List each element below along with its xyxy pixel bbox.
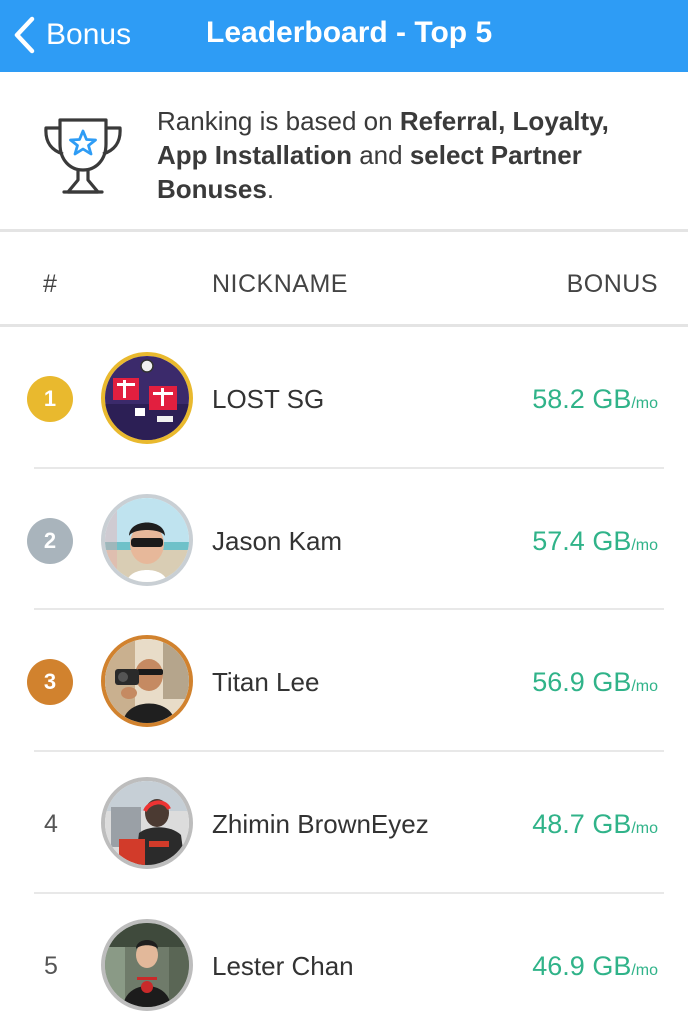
bonus-value: 58.2 GB [532,384,632,414]
rank-number: 4 [44,809,58,838]
avatar-image [105,498,189,582]
ranking-text: . [266,174,275,204]
avatar-image [105,356,189,440]
bonus-amount: 58.2 GB/mo [532,384,658,415]
bonus-amount: 48.7 GB/mo [532,809,658,840]
avatar-image [105,639,189,723]
nickname: Lester Chan [212,951,354,981]
bonus-value: 56.9 GB [532,667,632,697]
ranking-description: Ranking is based on Referral, Loyalty, A… [157,104,657,206]
leaderboard-row-4[interactable]: 4 Zhimin BrownEyez 48.7 GB/mo [0,752,688,893]
bonus-amount: 46.9 GB/mo [532,951,658,982]
nickname: LOST SG [212,384,325,414]
bonus-unit: /mo [631,537,658,554]
leaderboard-row-1[interactable]: 1 LOST SG 58.2 GB/mo [0,327,688,468]
nav-bar: Bonus Leaderboard - Top 5 [0,0,688,72]
header-bonus: BONUS [566,270,658,298]
jason-kam-avatar[interactable] [101,494,193,586]
leaderboard-row-2[interactable]: 2 Jason Kam 57.4 GB/mo [0,469,688,610]
bonus-value: 48.7 GB [532,809,632,839]
back-button[interactable]: Bonus [12,12,131,58]
header-rank: # [43,270,58,298]
header-nickname: NICKNAME [212,270,348,298]
bonus-amount: 57.4 GB/mo [532,526,658,557]
chevron-left-icon [14,16,35,54]
ranking-text: and [352,140,410,170]
titan-lee-avatar[interactable] [101,635,193,727]
trophy-star-icon [44,118,122,194]
bonus-unit: /mo [631,962,658,979]
nickname: Jason Kam [212,526,343,556]
lester-chan-avatar[interactable] [101,919,193,1011]
nickname: Titan Lee [212,667,320,697]
leaderboard-row-5[interactable]: 5 Lester Chan 46.9 GB/mo [0,894,688,1024]
lost-sg-avatar[interactable] [101,352,193,444]
page-title: Leaderboard - Top 5 [206,16,493,49]
rank-number: 5 [44,951,58,980]
ranking-text: Ranking is based on [157,106,400,136]
bonus-unit: /mo [631,395,658,412]
rank-badge-bronze: 3 [27,659,73,705]
nickname: Zhimin BrownEyez [212,809,429,839]
rank-badge-gold: 1 [27,376,73,422]
ranking-info: Ranking is based on Referral, Loyalty, A… [0,72,688,230]
bonus-value: 57.4 GB [532,526,632,556]
leaderboard-row-3[interactable]: 3 Titan Lee 56.9 GB/mo [0,610,688,751]
bonus-unit: /mo [631,820,658,837]
bonus-value: 46.9 GB [532,951,632,981]
bonus-amount: 56.9 GB/mo [532,667,658,698]
bonus-unit: /mo [631,678,658,695]
avatar-image [105,923,189,1007]
back-label: Bonus [46,18,132,51]
table-header: # NICKNAME BONUS [0,232,688,326]
zhimin-browneyez-avatar[interactable] [101,777,193,869]
avatar-image [105,781,189,865]
rank-badge-silver: 2 [27,518,73,564]
